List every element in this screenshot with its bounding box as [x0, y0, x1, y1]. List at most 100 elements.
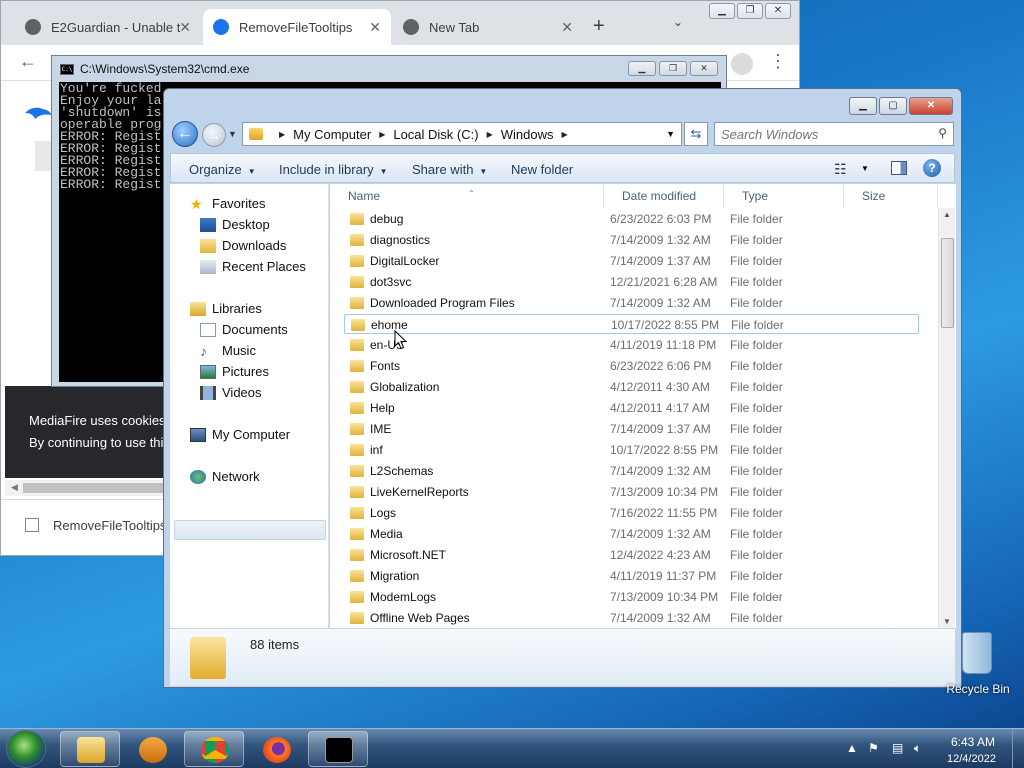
action-center-icon[interactable]: ⚑: [868, 741, 879, 755]
breadcrumb-local-disk[interactable]: Local Disk (C:): [393, 127, 478, 142]
file-row[interactable]: inf 10/17/2022 8:55 PM File folder: [344, 440, 919, 460]
scrollbar-thumb[interactable]: [941, 238, 954, 328]
taskbar-chrome[interactable]: [184, 731, 244, 767]
file-row[interactable]: Help 4/12/2011 4:17 AM File folder: [344, 398, 919, 418]
clock-time[interactable]: 6:43 AM: [951, 735, 995, 749]
address-dropdown-icon[interactable]: ▼: [666, 129, 675, 139]
taskbar-explorer[interactable]: [60, 731, 120, 767]
maximize-icon[interactable]: ▢: [879, 97, 907, 115]
file-row[interactable]: debug 6/23/2022 6:03 PM File folder: [344, 209, 919, 229]
chevron-right-icon[interactable]: ▶: [279, 130, 285, 139]
new-tab-icon[interactable]: +: [593, 15, 605, 38]
nav-recent-places[interactable]: Recent Places: [200, 259, 306, 274]
column-header-date[interactable]: Date modified: [604, 184, 724, 208]
nav-music[interactable]: ♪ Music: [200, 343, 256, 358]
column-header-name[interactable]: Name ⌃: [330, 184, 604, 208]
restore-icon[interactable]: ❐: [737, 3, 763, 19]
file-row[interactable]: IME 7/14/2009 1:37 AM File folder: [344, 419, 919, 439]
file-row[interactable]: en-US 4/11/2019 11:18 PM File folder: [344, 335, 919, 355]
organize-button[interactable]: Organize ▼: [189, 162, 256, 177]
start-button[interactable]: [6, 730, 46, 768]
nav-pictures[interactable]: Pictures: [200, 364, 269, 379]
vertical-scrollbar[interactable]: ▲ ▼: [938, 208, 955, 628]
back-arrow-icon[interactable]: ←: [19, 51, 37, 72]
address-bar[interactable]: ▶ My Computer ▶ Local Disk (C:) ▶ Window…: [242, 122, 682, 146]
search-icon[interactable]: ⚲: [938, 126, 947, 140]
close-icon[interactable]: ✕: [909, 97, 953, 115]
file-row[interactable]: Migration 4/11/2019 11:37 PM File folder: [344, 566, 919, 586]
minimize-icon[interactable]: ▁: [709, 3, 735, 19]
search-input[interactable]: [721, 126, 921, 142]
tab-e2guardian[interactable]: E2Guardian - Unable to ✕: [15, 9, 201, 45]
nav-downloads[interactable]: Downloads: [200, 238, 286, 253]
nav-documents[interactable]: Documents: [200, 322, 288, 337]
view-options-icon[interactable]: ☷: [834, 161, 847, 178]
scroll-up-icon[interactable]: ▲: [943, 210, 951, 219]
more-menu-icon[interactable]: ⋮: [769, 51, 787, 72]
restore-icon[interactable]: ❐: [659, 61, 687, 76]
nav-my-computer[interactable]: My Computer: [190, 427, 290, 442]
column-header-size[interactable]: Size: [844, 184, 938, 208]
chevron-right-icon[interactable]: ▶: [379, 130, 385, 139]
file-row[interactable]: DigitalLocker 7/14/2009 1:37 AM File folde…: [344, 251, 919, 271]
recent-pages-dropdown-icon[interactable]: ▼: [228, 129, 237, 139]
file-row[interactable]: dot3svc 12/21/2021 6:28 AM File folder: [344, 272, 919, 292]
nav-libraries[interactable]: Libraries: [190, 301, 262, 316]
new-folder-button[interactable]: New folder: [511, 162, 573, 177]
explorer-window[interactable]: ▁ ▢ ✕ ← → ▼ ▶ My Computer ▶ Local Disk (…: [163, 88, 962, 688]
nav-network[interactable]: Network: [190, 469, 260, 484]
chevron-right-icon[interactable]: ▶: [562, 130, 568, 139]
forward-button[interactable]: →: [202, 123, 226, 147]
taskbar-firefox[interactable]: [246, 731, 306, 767]
close-icon[interactable]: ✕: [765, 3, 791, 19]
taskbar-cmd[interactable]: [308, 731, 368, 767]
close-icon[interactable]: ✕: [561, 19, 573, 36]
file-row[interactable]: ehome 10/17/2022 8:55 PM File folder: [344, 314, 919, 334]
file-row[interactable]: LiveKernelReports 7/13/2009 10:34 PM File …: [344, 482, 919, 502]
preview-pane-icon[interactable]: [891, 161, 907, 175]
tab-new-tab[interactable]: New Tab ✕: [393, 9, 583, 45]
search-box[interactable]: ⚲: [714, 122, 954, 146]
column-header-type[interactable]: Type: [724, 184, 844, 208]
desktop-recycle-bin[interactable]: Recycle Bin: [946, 632, 1010, 702]
file-row[interactable]: Microsoft.NET 12/4/2022 4:23 AM File folde…: [344, 545, 919, 565]
chevron-down-icon[interactable]: ▼: [861, 164, 869, 173]
file-row[interactable]: Fonts 6/23/2022 6:06 PM File folder: [344, 356, 919, 376]
tab-removefiletooltips[interactable]: RemoveFileTooltips ✕: [203, 9, 391, 45]
file-row[interactable]: L2Schemas 7/14/2009 1:32 AM File folder: [344, 461, 919, 481]
file-row[interactable]: Media 7/14/2009 1:32 AM File folder: [344, 524, 919, 544]
volume-icon[interactable]: 🔈︎: [914, 741, 921, 756]
minimize-icon[interactable]: ▁: [849, 97, 877, 115]
file-row[interactable]: Downloaded Program Files 7/14/2009 1:32 A…: [344, 293, 919, 313]
download-item[interactable]: RemoveFileTooltips: [53, 518, 166, 533]
file-row[interactable]: ModemLogs 7/13/2009 10:34 PM File folder: [344, 587, 919, 607]
include-in-library-button[interactable]: Include in library ▼: [279, 162, 388, 177]
scroll-down-icon[interactable]: ▼: [943, 617, 951, 626]
breadcrumb-my-computer[interactable]: My Computer: [293, 127, 371, 142]
nav-desktop[interactable]: Desktop: [200, 217, 270, 232]
close-icon[interactable]: ✕: [690, 61, 718, 76]
clock-date[interactable]: 12/4/2022: [947, 753, 996, 765]
minimize-icon[interactable]: ▁: [628, 61, 656, 76]
nav-videos[interactable]: Videos: [200, 385, 262, 400]
help-icon[interactable]: ?: [923, 159, 941, 177]
taskbar-media-player[interactable]: [122, 731, 182, 767]
file-row[interactable]: diagnostics 7/14/2009 1:32 AM File folder: [344, 230, 919, 250]
share-with-button[interactable]: Share with ▼: [412, 162, 487, 177]
nav-favorites[interactable]: ★ Favorites: [190, 196, 265, 211]
file-row[interactable]: Globalization 4/12/2011 4:30 AM File folde…: [344, 377, 919, 397]
close-icon[interactable]: ✕: [369, 19, 381, 36]
close-icon[interactable]: ✕: [179, 19, 191, 36]
show-hidden-icons-icon[interactable]: ▲: [846, 741, 858, 755]
network-status-icon[interactable]: ▤: [892, 741, 903, 755]
chevron-right-icon[interactable]: ▶: [487, 130, 493, 139]
profile-avatar-icon[interactable]: [731, 53, 753, 75]
file-row[interactable]: Offline Web Pages 7/14/2009 1:32 AM File f…: [344, 608, 919, 628]
chevron-down-icon[interactable]: ⌄: [673, 15, 683, 29]
file-row[interactable]: Logs 7/16/2022 11:55 PM File folder: [344, 503, 919, 523]
breadcrumb-windows[interactable]: Windows: [501, 127, 554, 142]
back-button[interactable]: ←: [172, 121, 198, 147]
scroll-left-icon[interactable]: ◀: [11, 482, 18, 493]
show-desktop-button[interactable]: [1012, 729, 1024, 768]
refresh-button[interactable]: ⇆: [684, 122, 708, 146]
